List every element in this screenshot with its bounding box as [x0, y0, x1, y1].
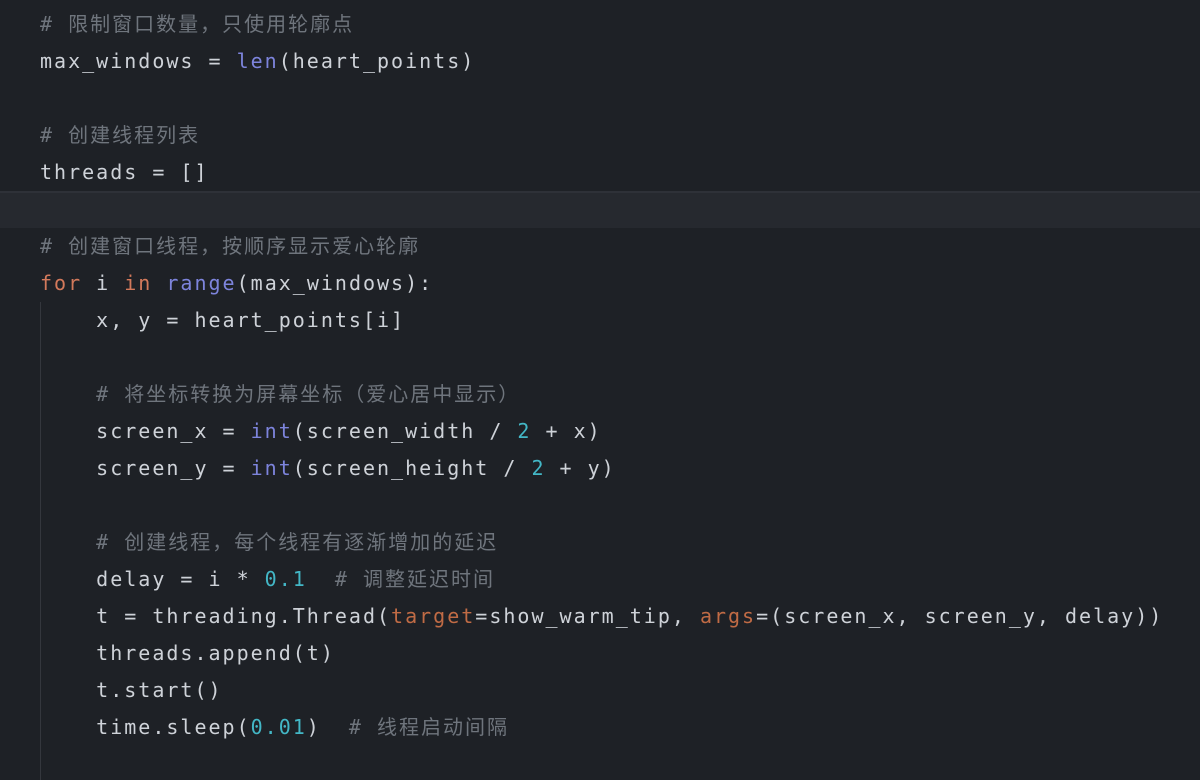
code-line[interactable]: x, y = heart_points[i] — [0, 302, 1200, 339]
code-token-text: ) — [306, 715, 349, 739]
code-line[interactable] — [0, 339, 1200, 376]
code-token-text: threads = [] — [40, 160, 209, 184]
code-token-comment: # 创建线程，每个线程有逐渐增加的延迟 — [96, 530, 499, 554]
code-token-text: screen_y = — [40, 456, 251, 480]
code-token-text: + x) — [531, 419, 602, 443]
code-token-text: screen_x = — [40, 419, 251, 443]
code-token-text: (screen_width / — [292, 419, 518, 443]
code-token-text: + y) — [545, 456, 616, 480]
code-line[interactable] — [0, 746, 1200, 780]
code-token-number: 2 — [517, 419, 532, 443]
code-token-text: =show_warm_tip, — [475, 604, 700, 628]
code-token-keyword: for — [40, 271, 83, 295]
code-token-builtin: len — [236, 49, 279, 73]
code-token-text: threads.append(t) — [40, 641, 335, 665]
code-token-text: t.start() — [40, 678, 223, 702]
code-line[interactable]: # 创建窗口线程，按顺序显示爱心轮廓 — [0, 228, 1200, 265]
code-line[interactable]: t = threading.Thread(target=show_warm_ti… — [0, 598, 1200, 635]
code-token-comment: # 将坐标转换为屏幕坐标（爱心居中显示） — [96, 382, 521, 406]
code-token-builtin: int — [250, 419, 293, 443]
code-token-number: 2 — [531, 456, 546, 480]
code-line[interactable]: # 创建线程列表 — [0, 117, 1200, 154]
code-token-text: x, y = heart_points[i] — [40, 308, 406, 332]
code-line[interactable]: time.sleep(0.01) # 线程启动间隔 — [0, 709, 1200, 746]
code-token-comment: # 线程启动间隔 — [348, 715, 510, 739]
code-token-keyword: in — [124, 271, 153, 295]
code-token-text: =(screen_x, screen_y, delay)) — [756, 604, 1164, 628]
code-token-text: time.sleep( — [40, 715, 251, 739]
code-token-text: delay = i * — [40, 567, 265, 591]
code-line[interactable]: max_windows = len(heart_points) — [0, 43, 1200, 80]
code-line[interactable]: threads.append(t) — [0, 635, 1200, 672]
code-line[interactable]: # 限制窗口数量，只使用轮廓点 — [0, 6, 1200, 43]
code-editor-window: # 限制窗口数量，只使用轮廓点 max_windows = len(heart_p… — [0, 0, 1200, 780]
code-line[interactable]: delay = i * 0.1 # 调整延迟时间 — [0, 561, 1200, 598]
code-token-text: t = threading.Thread( — [40, 604, 392, 628]
code-token-comment: # 创建线程列表 — [40, 123, 201, 147]
code-line[interactable]: threads = [] — [0, 154, 1200, 191]
code-line[interactable]: screen_x = int(screen_width / 2 + x) — [0, 413, 1200, 450]
code-editor[interactable]: # 限制窗口数量，只使用轮廓点 max_windows = len(heart_p… — [0, 0, 1200, 780]
code-token-argument: target — [391, 604, 476, 628]
code-line[interactable]: # 将坐标转换为屏幕坐标（爱心居中显示） — [0, 376, 1200, 413]
code-token-text: (heart_points) — [278, 49, 476, 73]
code-token-number: 0.01 — [250, 715, 307, 739]
code-line[interactable]: t.start() — [0, 672, 1200, 709]
code-token-comment: # 限制窗口数量，只使用轮廓点 — [40, 12, 355, 36]
code-token-text: max_windows = — [40, 49, 237, 73]
code-token-builtin: range — [166, 271, 237, 295]
code-token-builtin: int — [250, 456, 293, 480]
code-token-comment: # 创建窗口线程，按顺序显示爱心轮廓 — [40, 234, 421, 258]
code-token-comment: # 调整延迟时间 — [334, 567, 495, 591]
code-line[interactable] — [0, 487, 1200, 524]
code-line[interactable]: # 创建线程，每个线程有逐渐增加的延迟 — [0, 524, 1200, 561]
code-token-text: (max_windows): — [236, 271, 434, 295]
code-token-text: (screen_height / — [292, 456, 532, 480]
code-line[interactable]: for i in range(max_windows): — [0, 265, 1200, 302]
code-token-text: i — [82, 271, 125, 295]
code-line[interactable] — [0, 80, 1200, 117]
code-token-number: 0.1 — [264, 567, 307, 591]
code-token-argument: args — [699, 604, 757, 628]
code-line-current[interactable] — [0, 191, 1200, 228]
code-line[interactable]: screen_y = int(screen_height / 2 + y) — [0, 450, 1200, 487]
